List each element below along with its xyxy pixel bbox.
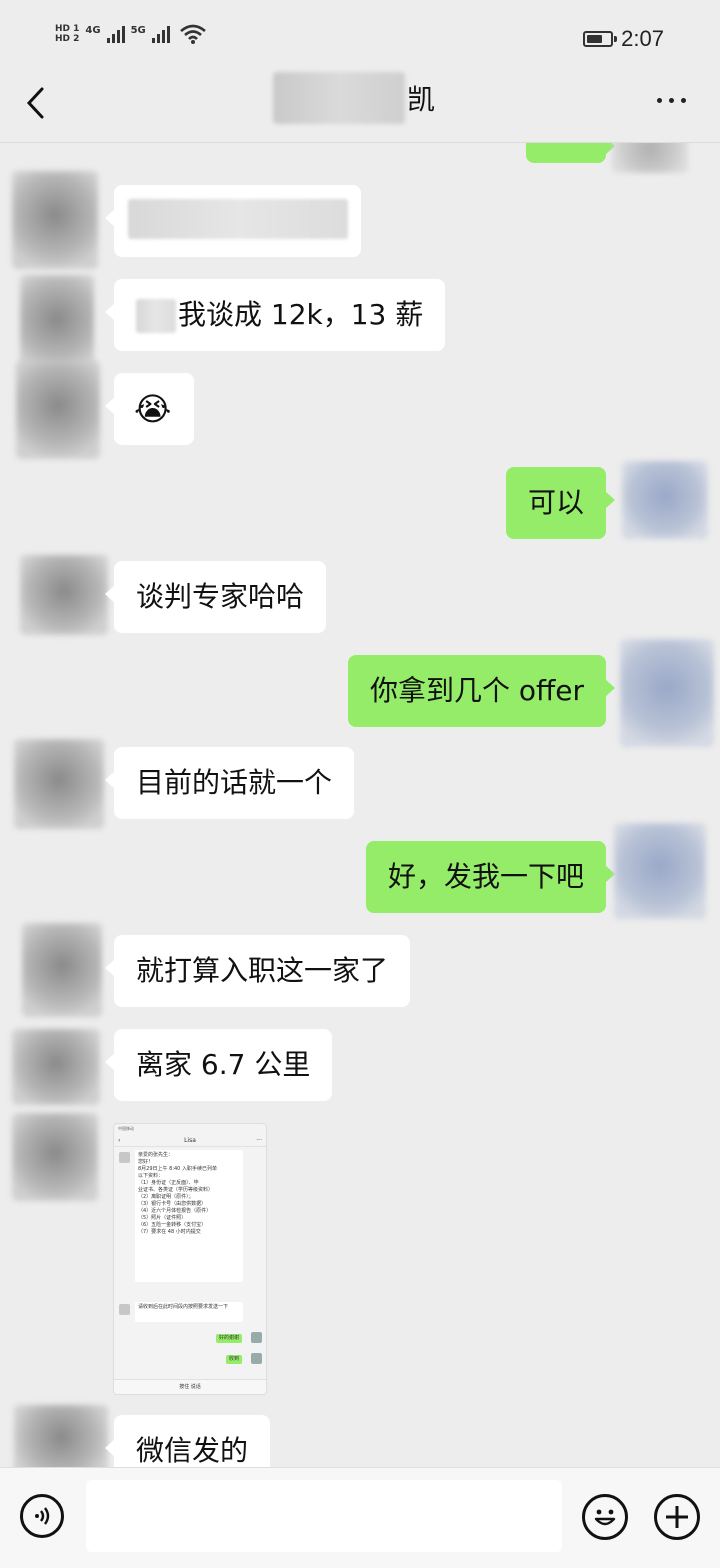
message-text: 我谈成 12k，13 薪: [178, 298, 424, 331]
message-text: 离家 6.7 公里: [136, 1048, 311, 1081]
signal-indicators: HD 1 HD 2 4G 5G: [55, 24, 206, 44]
battery-level: [587, 35, 603, 43]
contact-avatar: [20, 275, 94, 373]
redacted-text: [136, 299, 176, 333]
network-type-2: 5G: [130, 24, 146, 36]
chat-messages[interactable]: 我谈成 12k，13 薪 😭 可以 谈判专家哈哈 你拿到几个 offer 目前的…: [0, 143, 720, 1467]
screenshot-self-avatar: [251, 1353, 262, 1364]
input-bar: [0, 1467, 720, 1568]
message-input[interactable]: [86, 1480, 562, 1552]
self-avatar: [614, 823, 706, 919]
sim1-label: HD 1: [55, 24, 80, 34]
screenshot-titlebar: ‹ Lisa ···: [114, 1134, 266, 1147]
chat-title-suffix: 凯: [407, 83, 436, 116]
message-text: 目前的话就一个: [136, 766, 333, 799]
shared-screenshot-image[interactable]: 中国移动 ‹ Lisa ··· 亲爱的张先生： 您好！ 8月29日上午 8:40…: [113, 1123, 267, 1395]
battery-time: 2:07: [583, 26, 664, 52]
screenshot-green-reply: 好的谢谢: [215, 1334, 242, 1343]
message-text: 可以: [527, 486, 584, 519]
message-bubble: 就打算入职这一家了: [104, 935, 411, 1007]
voice-icon[interactable]: [20, 1494, 64, 1538]
chat-title: 凯: [273, 72, 435, 124]
screenshot-avatar: [119, 1152, 130, 1163]
screenshot-title: Lisa: [184, 1136, 196, 1144]
emoji-icon[interactable]: [582, 1494, 628, 1540]
contact-avatar: [12, 171, 98, 269]
screenshot-status: 中国移动: [118, 1126, 134, 1131]
back-chevron-icon[interactable]: [22, 86, 52, 120]
screenshot-self-avatar: [251, 1332, 262, 1343]
self-avatar: [620, 639, 714, 747]
screenshot-message: 亲爱的张先生： 您好！ 8月29日上午 8:40 入职手续已列单 以下资料： （…: [135, 1150, 243, 1282]
contact-avatar: [20, 555, 108, 635]
message-bubble: 离家 6.7 公里: [104, 1029, 333, 1101]
message-text: 就打算入职这一家了: [136, 954, 389, 987]
message-bubble: 微信发的: [104, 1415, 271, 1467]
screenshot-green-reply: 收到: [225, 1355, 242, 1364]
emoji-message: 😭: [105, 373, 194, 445]
message-bubble: 谈判专家哈哈: [104, 561, 327, 633]
screenshot-input-bar: 按住 说话: [114, 1379, 266, 1394]
sim-labels: HD 1 HD 2: [55, 24, 79, 44]
contact-avatar: [22, 923, 102, 1017]
battery-icon: [583, 31, 618, 47]
sim2-label: HD 2: [55, 34, 80, 44]
message-bubble: 你拿到几个 offer: [347, 655, 616, 727]
more-dots-icon[interactable]: [657, 98, 686, 103]
contact-avatar: [14, 739, 104, 829]
message-bubble: 好，发我一下吧: [365, 841, 616, 913]
redacted-message: [105, 185, 361, 257]
network-type-1: 4G: [85, 24, 101, 36]
redacted-name: [273, 72, 405, 124]
screenshot-reply: 请收到后在此时间段内按照要求发送一下: [135, 1302, 243, 1322]
message-text: 微信发的: [136, 1434, 249, 1467]
status-bar: HD 1 HD 2 4G 5G 2:07: [0, 0, 720, 72]
screenshot-avatar: [119, 1304, 130, 1315]
message-bubble: 我谈成 12k，13 薪: [104, 279, 446, 351]
contact-avatar: [16, 361, 100, 459]
message-text: 好，发我一下吧: [387, 860, 584, 893]
self-avatar: [612, 143, 688, 173]
partial-message: [526, 143, 615, 163]
wifi-icon: [179, 24, 206, 44]
plus-icon[interactable]: [654, 1494, 700, 1540]
message-bubble: 可以: [505, 467, 616, 539]
contact-avatar: [12, 1113, 98, 1201]
crying-face-icon: 😭: [134, 390, 172, 428]
redacted-text: [128, 199, 348, 239]
chat-header: 凯: [0, 72, 720, 143]
contact-avatar: [12, 1029, 100, 1105]
message-text: 谈判专家哈哈: [136, 580, 305, 613]
signal-bars-2-icon: [151, 25, 170, 43]
contact-avatar: [14, 1405, 108, 1467]
clock: 2:07: [621, 26, 664, 51]
message-bubble: 目前的话就一个: [104, 747, 355, 819]
message-text: 你拿到几个 offer: [369, 674, 584, 707]
signal-bars-1-icon: [106, 25, 125, 43]
self-avatar: [622, 461, 708, 539]
